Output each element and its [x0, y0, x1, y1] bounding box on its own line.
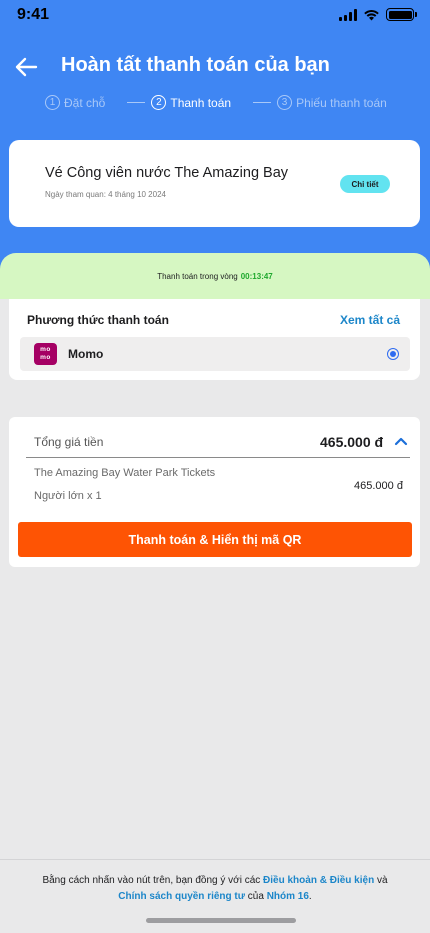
- privacy-link[interactable]: Chính sách quyền riêng tư: [118, 891, 245, 902]
- see-all-link[interactable]: Xem tất cả: [340, 313, 400, 327]
- status-bar: 9:41: [0, 0, 430, 32]
- payment-method-title: Phương thức thanh toán: [27, 313, 169, 327]
- step-receipt: 3 Phiếu thanh toán: [277, 95, 387, 110]
- battery-icon: [386, 8, 417, 21]
- page-title: Hoàn tất thanh toán của bạn: [61, 54, 330, 76]
- step-number: 1: [45, 95, 60, 110]
- step-label: Phiếu thanh toán: [296, 95, 387, 110]
- home-indicator: [146, 918, 296, 923]
- item-quantity: Người lớn x 1: [34, 490, 102, 502]
- divider: [26, 457, 410, 458]
- cellular-signal-icon: [339, 8, 357, 21]
- payment-option-name: Momo: [68, 347, 104, 361]
- status-icons: [339, 8, 417, 21]
- step-payment: 2 Thanh toán: [151, 95, 231, 110]
- timer-value: 00:13:47: [240, 271, 273, 281]
- visit-date: Ngày tham quan: 4 tháng 10 2024: [45, 190, 166, 199]
- ticket-name: Vé Công viên nước The Amazing Bay: [45, 165, 289, 181]
- item-price: 465.000 đ: [354, 480, 403, 492]
- step-booking: 1 Đặt chỗ: [45, 95, 105, 110]
- step-label: Thanh toán: [170, 95, 232, 110]
- arrow-left-icon: [15, 57, 38, 77]
- total-label: Tổng giá tiền: [34, 435, 104, 449]
- price-summary-card: Tổng giá tiền 465.000 đ The Amazing Bay …: [9, 417, 420, 567]
- payment-option-radio[interactable]: [387, 348, 399, 360]
- detail-button[interactable]: Chi tiết: [340, 175, 390, 193]
- total-value: 465.000 đ: [320, 434, 384, 450]
- step-label: Đặt chỗ: [64, 95, 106, 110]
- momo-logo-icon: mo mo: [34, 343, 57, 365]
- step-connector: [253, 102, 272, 103]
- status-time: 9:41: [17, 6, 50, 23]
- payment-method-card: Phương thức thanh toán Xem tất cả mo mo …: [9, 299, 420, 380]
- progress-steps: 1 Đặt chỗ 2 Thanh toán 3 Phiếu thanh toá…: [45, 95, 387, 110]
- chevron-up-icon[interactable]: [394, 436, 408, 446]
- step-number: 3: [277, 95, 293, 110]
- pay-and-show-qr-button[interactable]: Thanh toán & Hiển thị mã QR: [18, 522, 412, 557]
- timer-label: Thanh toán trong vòng: [157, 271, 238, 281]
- footer: Bằng cách nhấn vào nút trên, bạn đồng ý …: [0, 859, 430, 933]
- step-number: 2: [151, 95, 167, 110]
- terms-link[interactable]: Điều khoản & Điều kiện: [263, 875, 374, 886]
- payment-option-momo[interactable]: mo mo Momo: [20, 337, 410, 371]
- item-name: The Amazing Bay Water Park Tickets: [34, 467, 216, 479]
- payment-timer-banner: Thanh toán trong vòng 00:13:47: [0, 253, 430, 299]
- group-link[interactable]: Nhóm 16: [267, 891, 309, 902]
- wifi-icon: [364, 9, 379, 20]
- ticket-card: Vé Công viên nước The Amazing Bay Ngày t…: [9, 140, 420, 227]
- back-button[interactable]: [12, 53, 40, 81]
- terms-notice: Bằng cách nhấn vào nút trên, bạn đồng ý …: [42, 875, 388, 902]
- step-connector: [127, 102, 146, 103]
